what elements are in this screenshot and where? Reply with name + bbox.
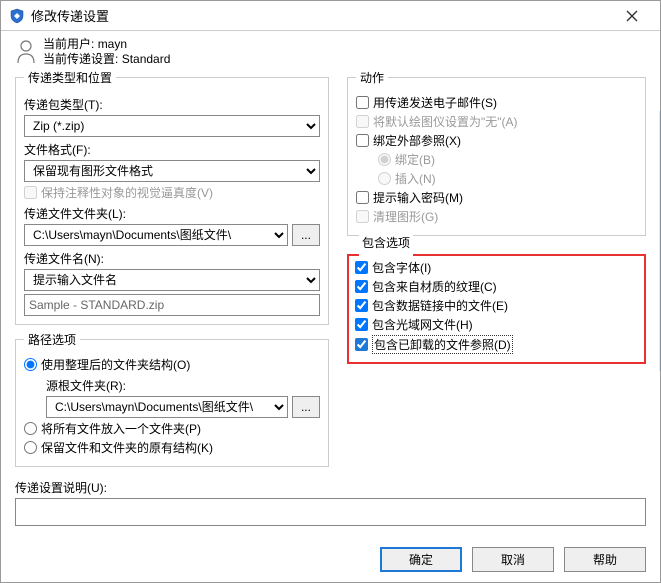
user-avatar-icon [15,37,37,65]
path-onefolder-radio[interactable] [24,422,37,435]
filename-label: 传递文件名(N): [24,250,320,267]
action-bind-label: 绑定(B) [395,151,435,168]
action-password-checkbox[interactable] [356,191,369,204]
actions-legend: 动作 [356,69,388,86]
type-location-group: 传递类型和位置 传递包类型(T): Zip (*.zip) 文件格式(F): 保… [15,69,329,325]
source-root-label: 源根文件夹(R): [46,377,320,394]
app-logo-icon [9,8,25,24]
include-unloaded-checkbox[interactable] [355,338,368,351]
action-purge-checkbox [356,210,369,223]
current-user-value: mayn [98,37,127,51]
source-root-browse-button[interactable]: ... [292,396,320,418]
include-datalink-label: 包含数据链接中的文件(E) [372,297,508,314]
package-type-select[interactable]: Zip (*.zip) [24,115,320,137]
action-bind-radio [378,153,391,166]
current-user-label: 当前用户: [43,37,94,51]
cancel-button[interactable]: 取消 [472,547,554,572]
include-photometric-label: 包含光域网文件(H) [372,316,473,333]
include-fonts-checkbox[interactable] [355,261,368,274]
action-email-label: 用传递发送电子邮件(S) [373,94,497,111]
action-plotter-label: 将默认绘图仪设置为"无"(A) [373,113,518,130]
help-button[interactable]: 帮助 [564,547,646,572]
action-purge-label: 清理图形(G) [373,208,438,225]
action-bindxref-label: 绑定外部参照(X) [373,132,461,149]
action-insert-label: 插入(N) [395,170,436,187]
close-icon [626,10,638,22]
path-options-legend: 路径选项 [24,331,80,348]
description-input[interactable] [15,498,646,526]
folder-select[interactable]: C:\Users\mayn\Documents\图纸文件\ [24,224,288,246]
description-label: 传递设置说明(U): [15,479,646,496]
filename-sample-input [24,294,320,316]
include-photometric-checkbox[interactable] [355,318,368,331]
action-bindxref-checkbox[interactable] [356,134,369,147]
include-options-group: 包含选项 包含字体(I) 包含来自材质的纹理(C) 包含数据链接中的文件(E) … [347,246,646,364]
package-type-label: 传递包类型(T): [24,96,320,113]
actions-group: 动作 用传递发送电子邮件(S) 将默认绘图仪设置为"无"(A) 绑定外部参照(X… [347,69,646,236]
include-options-legend: 包含选项 [359,234,413,251]
user-info: 当前用户: mayn 当前传递设置: Standard [15,37,646,67]
path-keep-label: 保留文件和文件夹的原有结构(K) [41,439,213,456]
file-format-label: 文件格式(F): [24,141,320,158]
path-organized-radio[interactable] [24,358,37,371]
keep-visual-label: 保持注释性对象的视觉逼真度(V) [41,184,213,201]
include-datalink-checkbox[interactable] [355,299,368,312]
current-setting-value: Standard [122,52,171,66]
folder-browse-button[interactable]: ... [292,224,320,246]
close-button[interactable] [612,2,652,30]
path-options-group: 路径选项 使用整理后的文件夹结构(O) 源根文件夹(R): C:\Users\m… [15,331,329,467]
include-textures-label: 包含来自材质的纹理(C) [372,278,497,295]
path-keep-radio[interactable] [24,441,37,454]
include-unloaded-label: 包含已卸载的文件参照(D) [372,335,513,354]
include-fonts-label: 包含字体(I) [372,259,431,276]
action-plotter-checkbox [356,115,369,128]
action-email-checkbox[interactable] [356,96,369,109]
include-textures-checkbox[interactable] [355,280,368,293]
filename-select[interactable]: 提示输入文件名 [24,269,320,291]
action-insert-radio [378,172,391,185]
type-location-legend: 传递类型和位置 [24,69,116,86]
source-root-select[interactable]: C:\Users\mayn\Documents\图纸文件\ [46,396,288,418]
action-password-label: 提示输入密码(M) [373,189,463,206]
window-title: 修改传递设置 [31,6,612,25]
file-format-select[interactable]: 保留现有图形文件格式 [24,160,320,182]
path-organized-label: 使用整理后的文件夹结构(O) [41,356,190,373]
ok-button[interactable]: 确定 [380,547,462,572]
current-setting-label: 当前传递设置: [43,52,118,66]
keep-visual-checkbox [24,186,37,199]
folder-label: 传递文件文件夹(L): [24,205,320,222]
path-onefolder-label: 将所有文件放入一个文件夹(P) [41,420,201,437]
titlebar: 修改传递设置 [1,1,660,31]
